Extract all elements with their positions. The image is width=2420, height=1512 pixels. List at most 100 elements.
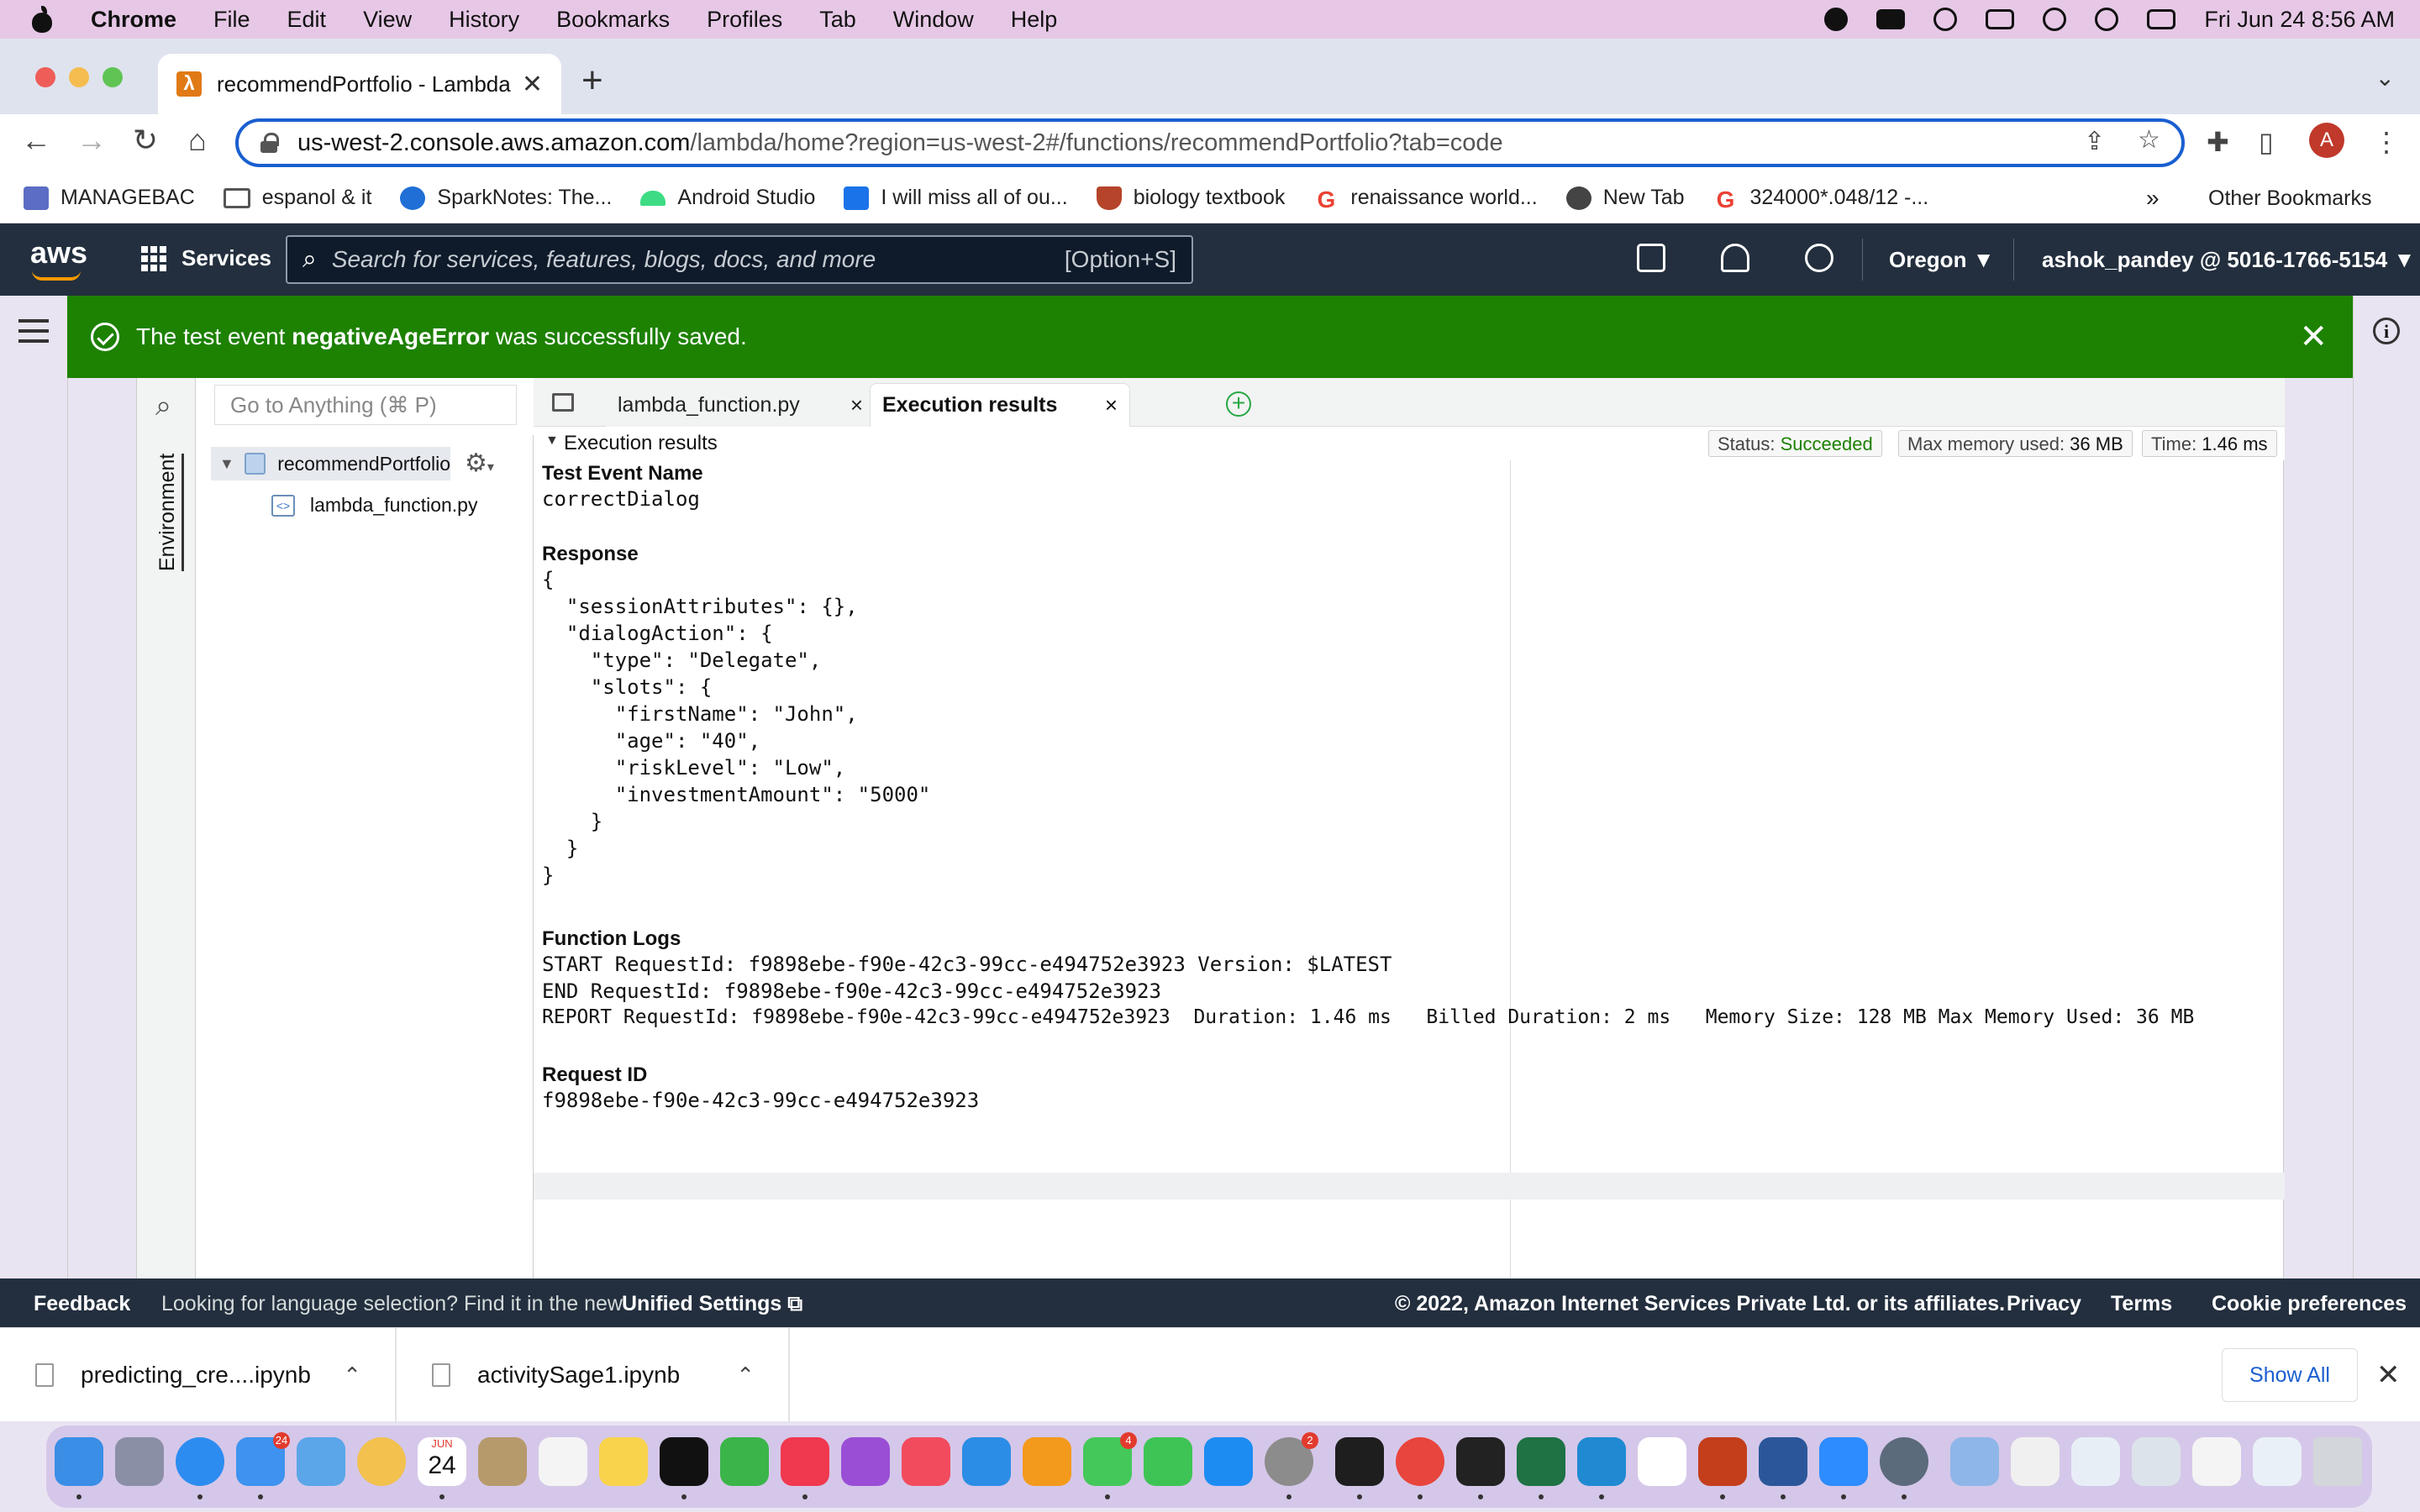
menu-history[interactable]: History bbox=[449, 7, 519, 33]
activity-monitor-icon[interactable] bbox=[1456, 1437, 1505, 1499]
bookmark-sparknotes[interactable]: SparkNotes: The... bbox=[400, 186, 612, 210]
zoom-status-icon[interactable] bbox=[1876, 9, 1906, 29]
document-icon[interactable] bbox=[552, 393, 574, 412]
powerpoint-icon[interactable] bbox=[1698, 1437, 1747, 1499]
menu-tab[interactable]: Tab bbox=[819, 7, 856, 33]
messages-icon[interactable]: 4 bbox=[1083, 1432, 1137, 1499]
bookmark-new-tab[interactable]: New Tab bbox=[1565, 186, 1685, 210]
vscode-icon[interactable] bbox=[1577, 1437, 1626, 1499]
lock-icon[interactable] bbox=[260, 133, 279, 153]
bookmarks-overflow-icon[interactable]: » bbox=[2146, 185, 2160, 212]
word-icon[interactable] bbox=[1759, 1437, 1807, 1499]
tree-folder-recommendportfolio[interactable]: ▼ recommendPortfolio bbox=[211, 447, 450, 480]
close-downloads-icon[interactable]: ✕ bbox=[2376, 1358, 2401, 1392]
podcasts-icon[interactable] bbox=[841, 1437, 890, 1486]
menu-help[interactable]: Help bbox=[1011, 7, 1058, 33]
pages-icon[interactable] bbox=[1023, 1437, 1071, 1486]
terms-link[interactable]: Terms bbox=[2111, 1292, 2172, 1316]
numbers-icon[interactable] bbox=[720, 1437, 769, 1486]
chevron-up-icon[interactable]: ⌃ bbox=[736, 1362, 755, 1389]
window-thumbnail-icon[interactable] bbox=[2011, 1437, 2060, 1486]
news-icon[interactable] bbox=[902, 1437, 950, 1486]
extensions-puzzle-icon[interactable]: ✚ bbox=[2207, 126, 2229, 158]
menu-bookmarks[interactable]: Bookmarks bbox=[556, 7, 670, 33]
battery-icon[interactable] bbox=[1986, 9, 2015, 29]
privacy-link[interactable]: Privacy bbox=[2007, 1292, 2081, 1316]
gear-icon[interactable]: ⚙▾ bbox=[465, 449, 494, 478]
add-tab-icon[interactable]: + bbox=[1226, 391, 1251, 417]
menu-window[interactable]: Window bbox=[893, 7, 974, 33]
safari-icon[interactable] bbox=[176, 1437, 224, 1499]
status-app-icon[interactable] bbox=[1824, 8, 1849, 31]
window-minimize-icon[interactable] bbox=[69, 67, 89, 87]
app-store-icon[interactable] bbox=[1204, 1437, 1253, 1486]
apple-tv-icon[interactable] bbox=[660, 1437, 708, 1499]
slack-icon[interactable] bbox=[1638, 1437, 1686, 1486]
region-selector[interactable]: Oregon ▼ bbox=[1889, 247, 1994, 273]
menu-app-name[interactable]: Chrome bbox=[91, 7, 176, 33]
search-icon[interactable]: ⌕ bbox=[155, 390, 171, 423]
notes-icon[interactable] bbox=[599, 1437, 648, 1486]
dismiss-banner-icon[interactable]: ✕ bbox=[2299, 318, 2328, 356]
window-thumbnail-icon[interactable] bbox=[2071, 1437, 2120, 1486]
calendar-icon[interactable]: JUN 24 bbox=[418, 1437, 466, 1499]
tab-close-icon[interactable]: ✕ bbox=[522, 70, 543, 99]
bookmark-star-icon[interactable]: ☆ bbox=[2138, 125, 2160, 155]
go-to-anything-input[interactable]: Go to Anything (⌘ P) bbox=[214, 385, 517, 425]
hamburger-menu-icon[interactable] bbox=[18, 319, 49, 349]
terminal-icon[interactable] bbox=[1335, 1437, 1384, 1499]
info-icon[interactable]: i bbox=[2373, 318, 2400, 344]
show-all-button[interactable]: Show All bbox=[2222, 1348, 2358, 1402]
downloads-stack-icon[interactable] bbox=[1950, 1437, 1999, 1486]
side-panel-icon[interactable]: ▯ bbox=[2259, 126, 2274, 158]
window-close-icon[interactable] bbox=[35, 67, 55, 87]
browser-tab-lambda[interactable]: λ recommendPortfolio - Lambda ✕ bbox=[158, 54, 561, 114]
bookmark-i-will-miss[interactable]: I will miss all of ou... bbox=[844, 186, 1068, 210]
window-thumbnail-icon[interactable] bbox=[2132, 1437, 2181, 1486]
bookmark-biology-textbook[interactable]: biology textbook bbox=[1096, 186, 1285, 210]
notifications-bell-icon[interactable] bbox=[1721, 244, 1749, 272]
feedback-link[interactable]: Feedback bbox=[34, 1292, 130, 1316]
aws-search-input[interactable]: ⌕ Search for services, features, blogs, … bbox=[286, 235, 1193, 284]
close-tab-icon[interactable]: × bbox=[1105, 392, 1118, 418]
tab-lambda-function[interactable]: lambda_function.py × bbox=[606, 383, 875, 427]
download-item[interactable]: activitySage1.ipynb ⌃ bbox=[397, 1328, 790, 1422]
address-bar[interactable]: us-west-2.console.aws.amazon.com/lambda/… bbox=[235, 118, 2185, 167]
launchpad-icon[interactable] bbox=[115, 1437, 164, 1486]
trash-icon[interactable] bbox=[2313, 1437, 2362, 1486]
cookie-preferences-link[interactable]: Cookie preferences bbox=[2212, 1292, 2407, 1316]
home-icon[interactable]: ⌂ bbox=[176, 123, 218, 158]
account-menu[interactable]: ashok_pandey @ 5016-1766-5154 ▼ bbox=[2042, 247, 2415, 273]
spotlight-search-icon[interactable] bbox=[2095, 8, 2119, 31]
maps-icon[interactable] bbox=[297, 1437, 345, 1486]
download-item[interactable]: predicting_cre....ipynb ⌃ bbox=[0, 1328, 397, 1422]
execution-results-body[interactable]: Test Event Name correctDialog Response {… bbox=[534, 460, 2285, 1278]
window-zoom-icon[interactable] bbox=[103, 67, 123, 87]
services-menu[interactable]: Services bbox=[141, 245, 271, 271]
expand-triangle-icon[interactable]: ▼ bbox=[219, 455, 234, 473]
profile-avatar[interactable]: A bbox=[2309, 123, 2344, 158]
aws-logo[interactable]: aws bbox=[30, 235, 87, 281]
tree-file-lambda-function[interactable]: <> lambda_function.py bbox=[271, 494, 477, 517]
contacts-icon[interactable] bbox=[478, 1437, 527, 1486]
back-icon[interactable]: ← bbox=[15, 123, 57, 158]
control-center-icon[interactable] bbox=[2147, 9, 2176, 29]
keynote-icon[interactable] bbox=[962, 1437, 1011, 1486]
excel-icon[interactable] bbox=[1517, 1437, 1565, 1499]
bookmark-renaissance[interactable]: G renaissance world... bbox=[1313, 186, 1537, 213]
bookmark-android-studio[interactable]: Android Studio bbox=[640, 186, 815, 210]
system-preferences-icon[interactable]: 2 bbox=[1265, 1432, 1318, 1499]
help-icon[interactable] bbox=[1805, 244, 1833, 272]
tab-execution-results[interactable]: Execution results × bbox=[870, 383, 1130, 427]
chevron-up-icon[interactable]: ⌃ bbox=[343, 1362, 361, 1389]
execution-results-title[interactable]: Execution results bbox=[564, 432, 718, 455]
chrome-menu-icon[interactable]: ⋮ bbox=[2373, 126, 2400, 158]
collapse-triangle-icon[interactable]: ▼ bbox=[545, 433, 559, 449]
bookmark-calc[interactable]: G 324000*.048/12 -... bbox=[1713, 186, 1929, 213]
reload-icon[interactable]: ↻ bbox=[124, 123, 166, 158]
window-thumbnail-icon[interactable] bbox=[2253, 1437, 2302, 1486]
menu-edit[interactable]: Edit bbox=[287, 7, 327, 33]
zoom-icon[interactable] bbox=[1819, 1437, 1868, 1499]
play-status-icon[interactable] bbox=[1933, 8, 1958, 31]
environment-tab[interactable]: Environment bbox=[155, 453, 184, 571]
